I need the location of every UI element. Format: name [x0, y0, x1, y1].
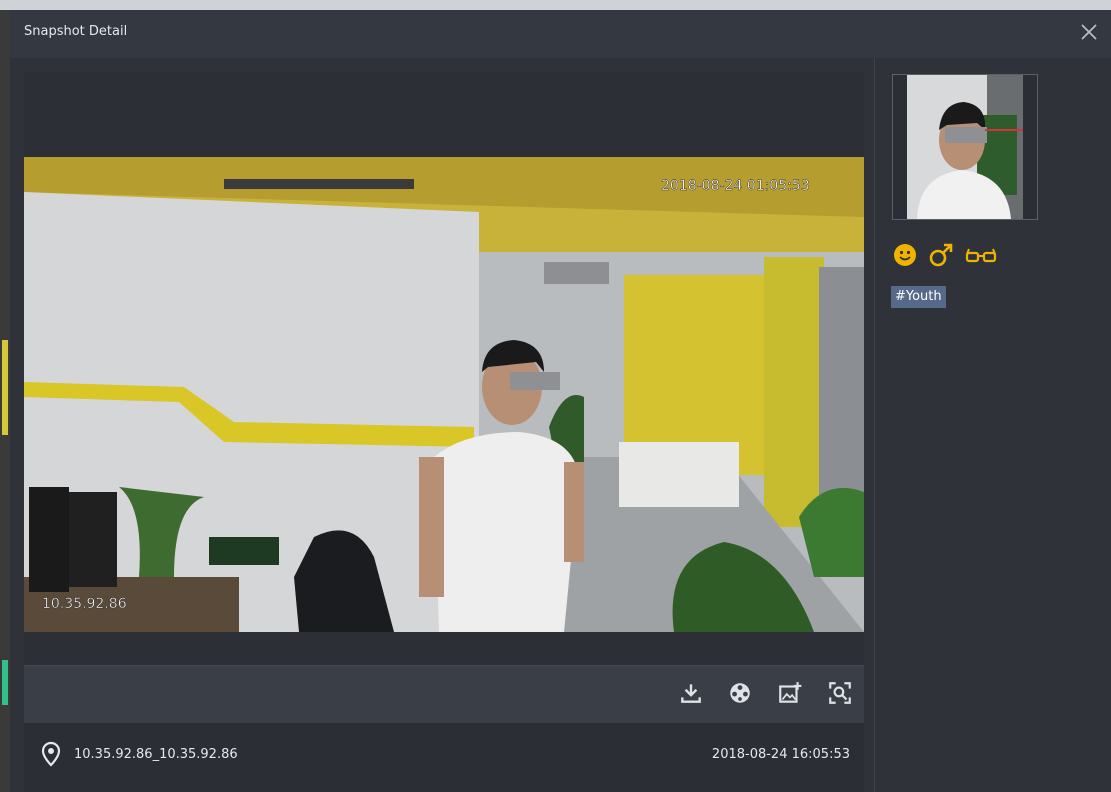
download-icon[interactable] — [678, 680, 704, 706]
video-letterbox-top — [24, 72, 864, 157]
backdrop-left — [0, 10, 10, 792]
snapshot-footer: 10.35.92.86_10.35.92.86 2018-08-24 16:05… — [24, 723, 864, 792]
video-camera-overlay: 10.35.92.86 — [42, 596, 127, 612]
snapshot-image: 2018-08-24 01:05:53 10.35.92.86 — [24, 157, 864, 632]
face-search-icon[interactable] — [827, 680, 853, 706]
video-timestamp-overlay: 2018-08-24 01:05:53 — [661, 178, 810, 194]
dialog-titlebar: Snapshot Detail — [10, 10, 1111, 58]
face-thumbnail[interactable] — [892, 74, 1038, 220]
dialog-title: Snapshot Detail — [24, 24, 128, 39]
smile-icon — [894, 244, 916, 266]
video-letterbox-bottom — [24, 632, 864, 665]
camera-location: 10.35.92.86_10.35.92.86 — [74, 747, 238, 762]
side-divider — [874, 58, 875, 792]
glasses-icon — [965, 248, 997, 263]
snapshot-toolbar — [24, 665, 864, 723]
backdrop-accent — [2, 660, 8, 705]
close-icon[interactable] — [1077, 20, 1101, 44]
video-reel-icon[interactable] — [727, 680, 753, 706]
snapshot-time: 2018-08-24 16:05:53 — [711, 747, 850, 762]
snapshot-detail-dialog: Snapshot Detail 2018-08-24 01:05:53 10.3… — [10, 10, 1111, 792]
backdrop-top — [0, 0, 1111, 10]
location-pin-icon — [41, 741, 61, 767]
male-icon — [929, 243, 953, 267]
snapshot-panel: 2018-08-24 01:05:53 10.35.92.86 10.35.92… — [24, 72, 864, 792]
backdrop-accent — [2, 340, 8, 435]
attribute-tag: #Youth — [891, 286, 946, 308]
add-picture-icon[interactable] — [777, 680, 803, 706]
